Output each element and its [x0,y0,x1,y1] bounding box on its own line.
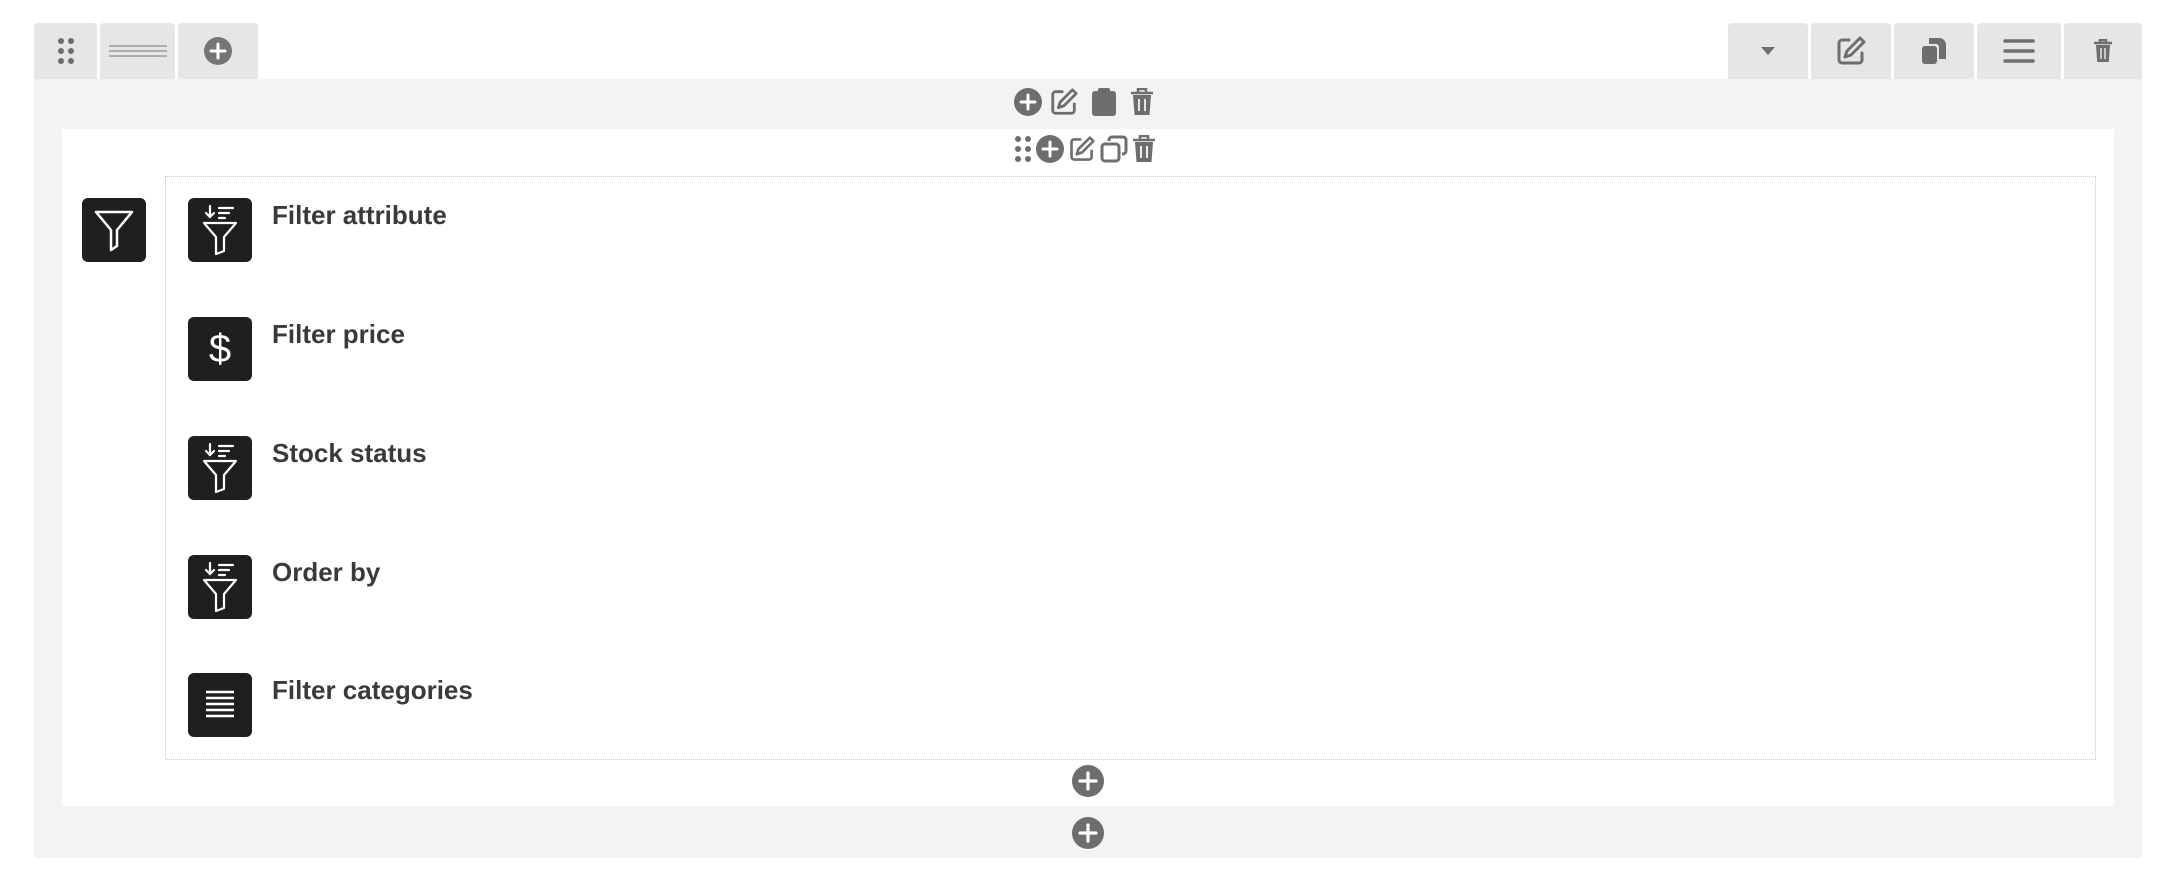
paste-row-control[interactable] [1084,88,1124,116]
edit-section-button[interactable] [1811,23,1891,79]
layout-lines-icon [108,45,167,57]
dollar-icon: $ [188,317,252,381]
item-label: Order by [272,557,381,587]
hamburger-icon [2003,39,2035,63]
list-item[interactable]: Order by [188,555,380,619]
edit-icon [1051,88,1078,115]
plus-circle-icon [204,37,232,65]
trash-icon [2094,39,2112,62]
drag-handle-button[interactable] [34,23,97,79]
copy-icon [1100,135,1128,163]
text-lines-icon [188,673,252,737]
item-label: Filter categories [272,675,473,705]
duplicate-column-control[interactable] [1098,135,1130,163]
sort-filter-icon [188,555,252,619]
list-item[interactable]: Filter categories [188,673,473,737]
sort-filter-icon [188,198,252,262]
list-item[interactable]: Filter attribute [188,198,447,262]
sort-filter-icon [188,436,252,500]
item-label: Filter price [272,319,405,349]
item-label: Stock status [272,438,427,468]
edit-row-control[interactable] [1044,87,1084,117]
delete-row-control[interactable] [1124,88,1160,116]
item-label: Filter attribute [272,200,447,230]
plus-circle-icon [1072,817,1104,849]
layout-button[interactable] [100,23,175,79]
caret-down-icon [1761,47,1775,55]
section-controls [1012,87,1160,117]
column-controls [1012,134,1158,164]
drag-column-control[interactable] [1012,135,1034,163]
svg-text:$: $ [209,327,231,371]
add-row-control[interactable] [1012,88,1044,116]
edit-column-control[interactable] [1066,135,1098,163]
delete-column-control[interactable] [1130,135,1158,163]
drag-handle-icon [1015,136,1031,162]
add-widget-button[interactable] [1072,765,1104,797]
drag-handle-icon [57,38,74,64]
add-section-button[interactable] [178,23,258,79]
duplicate-section-button[interactable] [1894,23,1974,79]
plus-circle-icon [1014,88,1042,116]
widget-handle[interactable] [82,198,146,262]
add-column-control[interactable] [1034,135,1066,163]
duplicate-icon [1922,38,1946,64]
list-item[interactable]: $ Filter price [188,317,405,381]
funnel-icon [94,210,134,252]
list-item[interactable]: Stock status [188,436,427,500]
plus-circle-icon [1036,135,1064,163]
dropdown-button[interactable] [1728,23,1808,79]
add-row-button[interactable] [1072,817,1104,849]
edit-icon [1070,136,1095,161]
menu-button[interactable] [1977,23,2061,79]
trash-icon [1133,135,1155,162]
trash-icon [1131,88,1153,115]
plus-circle-icon [1072,765,1104,797]
edit-icon [1837,36,1866,65]
delete-section-button[interactable] [2064,23,2142,79]
clipboard-icon [1092,88,1116,116]
